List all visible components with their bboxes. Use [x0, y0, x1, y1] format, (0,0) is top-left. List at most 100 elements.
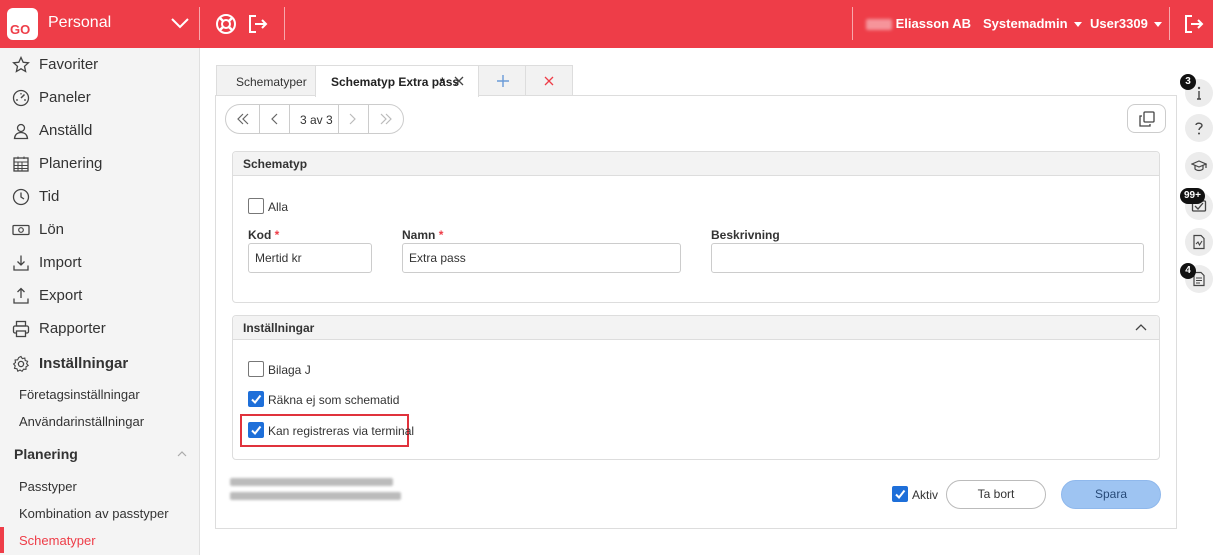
- rakna-ej-checkbox[interactable]: [248, 391, 264, 407]
- checkmark-icon: [895, 489, 906, 500]
- sidebar-item-favoriter[interactable]: Favoriter: [0, 48, 199, 81]
- sidebar-subitem-passtyper[interactable]: Passtyper: [0, 473, 199, 499]
- documents-badge: 4: [1180, 263, 1196, 279]
- clock-icon: [12, 188, 30, 206]
- sidebar-item-planering[interactable]: Planering: [0, 147, 199, 180]
- copy-icon: [1139, 111, 1155, 127]
- user-menu[interactable]: User3309: [1090, 16, 1162, 31]
- question-icon: [1195, 122, 1203, 135]
- sidebar-item-rapporter[interactable]: Rapporter: [0, 312, 199, 345]
- close-icon: [544, 76, 554, 86]
- topbar-divider: [284, 7, 285, 40]
- checkmark-icon: [251, 394, 262, 405]
- checkmark-icon: [251, 425, 262, 436]
- record-count: 3 av 3: [300, 113, 333, 127]
- star-icon: [12, 56, 30, 73]
- bilaga-j-checkbox[interactable]: [248, 361, 264, 377]
- go-logo[interactable]: GO: [7, 8, 38, 40]
- sidebar-subitem-anvandarinstallningar[interactable]: Användarinställningar: [0, 408, 199, 434]
- double-chevron-left-icon: [237, 113, 249, 125]
- signed-document-icon: [1193, 234, 1205, 250]
- close-icon[interactable]: [454, 76, 464, 86]
- printer-icon: [12, 320, 30, 338]
- sidebar-item-import[interactable]: Import: [0, 246, 199, 279]
- chevron-right-icon: [349, 113, 356, 125]
- logout-icon[interactable]: [247, 13, 269, 35]
- chevron-up-icon: [177, 451, 187, 457]
- signed-documents-button[interactable]: [1185, 228, 1213, 256]
- gear-icon: [12, 355, 30, 373]
- rakna-ej-label: Räkna ej som schematid: [268, 393, 400, 407]
- namn-input[interactable]: [402, 243, 681, 273]
- sidebar-item-anstalld[interactable]: Anställd: [0, 114, 199, 147]
- sidebar-item-lon[interactable]: Lön: [0, 213, 199, 246]
- company-selector[interactable]: Eliasson AB: [866, 16, 971, 31]
- sidebar-item-installningar[interactable]: Inställningar: [0, 347, 199, 380]
- copy-button[interactable]: [1127, 104, 1166, 133]
- delete-button[interactable]: Ta bort: [946, 480, 1046, 509]
- messages-badge: 99+: [1180, 188, 1205, 204]
- sidebar-section-planering[interactable]: Planering: [0, 439, 199, 469]
- active-indicator: [0, 527, 4, 553]
- sidebar-subitem-foretagsinstallningar[interactable]: Företagsinställningar: [0, 381, 199, 407]
- help-button[interactable]: [1185, 114, 1213, 142]
- kod-label: Kod *: [248, 228, 280, 242]
- next-record-button[interactable]: [339, 105, 368, 133]
- kod-input[interactable]: [248, 243, 372, 273]
- sign-out-icon[interactable]: [1183, 13, 1205, 35]
- lifebuoy-icon[interactable]: [215, 13, 237, 35]
- tab-schematyper[interactable]: Schematyper: [216, 65, 316, 96]
- export-icon: [13, 287, 29, 304]
- company-prefix-blurred: [866, 19, 892, 31]
- sidebar-item-export[interactable]: Export: [0, 279, 199, 312]
- audit-info-blurred: [230, 478, 393, 486]
- topbar-divider: [1169, 7, 1170, 40]
- previous-record-button[interactable]: [260, 105, 289, 133]
- aktiv-label: Aktiv: [912, 488, 939, 502]
- academy-button[interactable]: [1185, 152, 1213, 180]
- sidebar: Favoriter Paneler Anställd Planering Tid…: [0, 48, 200, 555]
- namn-label: Namn *: [402, 228, 444, 242]
- money-icon: [12, 224, 30, 236]
- last-record-button[interactable]: [369, 105, 403, 133]
- gauge-icon: [12, 89, 30, 107]
- chevron-left-icon: [271, 113, 278, 125]
- installningar-card-header[interactable]: Inställningar: [233, 316, 1159, 340]
- calendar-icon: [13, 156, 29, 172]
- topbar-divider: [199, 7, 200, 40]
- role-selector[interactable]: Systemadmin: [983, 16, 1082, 31]
- aktiv-checkbox[interactable]: [892, 486, 908, 502]
- person-icon: [13, 123, 29, 140]
- terminal-checkbox[interactable]: [248, 422, 264, 438]
- chevron-up-icon[interactable]: [1135, 323, 1147, 331]
- sidebar-item-paneler[interactable]: Paneler: [0, 81, 199, 114]
- beskrivning-label: Beskrivning: [711, 228, 780, 242]
- add-tab-button[interactable]: [478, 65, 526, 96]
- info-badge: 3: [1180, 74, 1196, 90]
- top-bar: GO Personal Eliasson AB Systemadmin User…: [0, 0, 1213, 48]
- sidebar-item-tid[interactable]: Tid: [0, 180, 199, 213]
- app-title[interactable]: Personal: [48, 14, 111, 32]
- alla-checkbox[interactable]: [248, 198, 264, 214]
- close-all-tabs-button[interactable]: [525, 65, 573, 96]
- graduation-cap-icon: [1191, 160, 1207, 172]
- caret-down-icon: [1153, 22, 1162, 28]
- tab-schematyp-extra-pass[interactable]: Schematyp Extra pass *: [315, 65, 479, 97]
- alla-label: Alla: [268, 200, 289, 214]
- caret-down-icon: [1073, 22, 1082, 28]
- sidebar-subitem-schematyper[interactable]: Schematyper: [0, 527, 199, 553]
- double-chevron-right-icon: [380, 113, 392, 125]
- schematyp-card: Schematyp: [232, 151, 1160, 303]
- chevron-down-icon[interactable]: [170, 16, 190, 30]
- audit-info-blurred: [230, 492, 401, 500]
- sidebar-subitem-kombination[interactable]: Kombination av passtyper: [0, 500, 199, 526]
- first-record-button[interactable]: [226, 105, 259, 133]
- terminal-label: Kan registreras via terminal: [268, 424, 415, 438]
- import-icon: [13, 255, 29, 271]
- topbar-divider: [852, 7, 853, 40]
- schematyp-card-header: Schematyp: [233, 152, 1159, 176]
- bilaga-j-label: Bilaga J: [268, 363, 311, 377]
- save-button[interactable]: Spara: [1061, 480, 1161, 509]
- plus-icon: [497, 75, 509, 87]
- beskrivning-input[interactable]: [711, 243, 1144, 273]
